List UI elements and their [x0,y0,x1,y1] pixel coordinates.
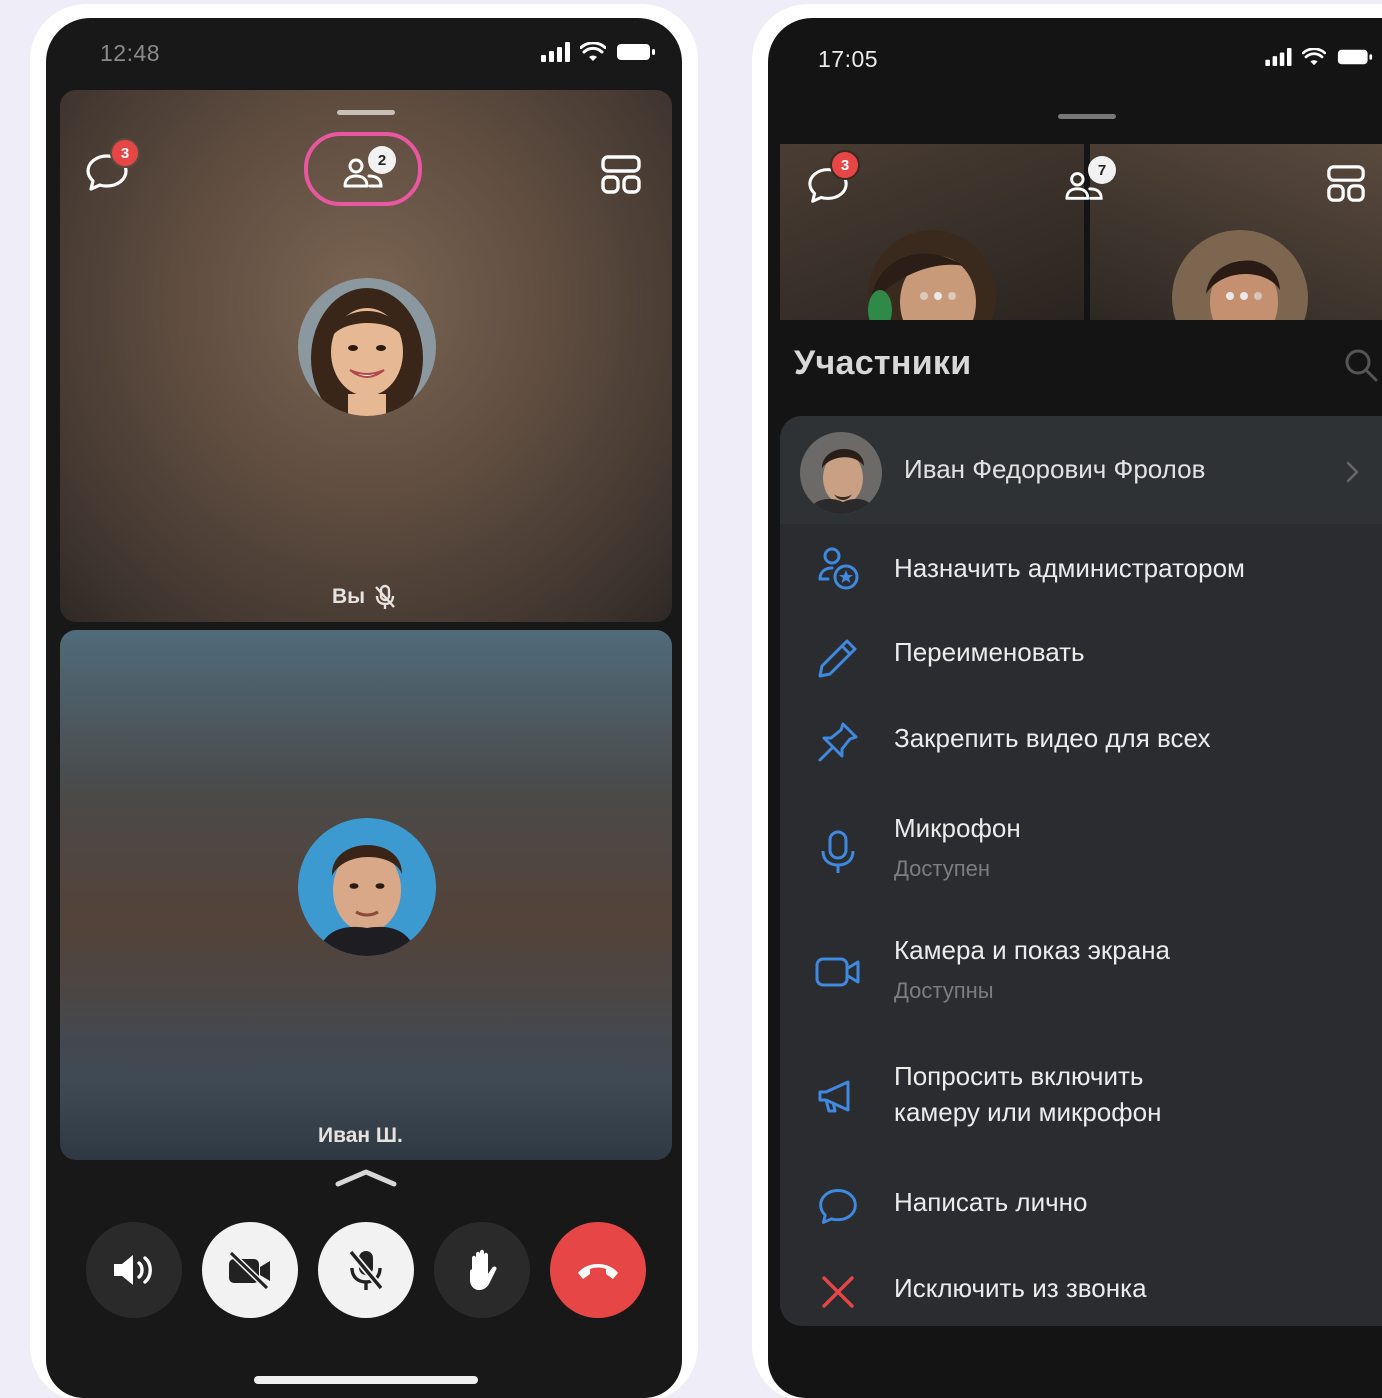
tile-name: Иван Ш. [318,1124,403,1147]
menu-label-line2: камеру или микрофон [894,1097,1162,1127]
status-icons [1264,48,1374,66]
participants-button[interactable]: 2 [342,146,396,194]
chat-unread-badge: 3 [830,150,860,180]
hang-up-icon [578,1264,618,1279]
wifi-icon [1302,48,1326,66]
signal-icon [1265,48,1292,66]
status-time: 17:05 [818,46,879,72]
drag-handle[interactable] [1058,114,1116,119]
close-icon [814,1268,862,1316]
menu-label: Переименовать [894,637,1085,667]
mic-toggle-button[interactable] [318,1222,414,1318]
menu-item-pin-video[interactable]: Закрепить видео для всех [780,714,1382,782]
avatar-self [298,278,436,416]
speaker-icon [114,1255,152,1285]
layout-button[interactable] [1326,164,1366,209]
menu-status: Доступен [894,856,991,881]
menu-item-ask-enable[interactable]: Попросить включить камеру или микрофон [780,1048,1382,1138]
mic-muted-icon [375,584,396,609]
section-title: Участники [794,344,972,382]
menu-label: Камера и показ экрана [894,935,1171,965]
chat-unread-badge: 3 [110,138,140,168]
participant-name: Иван Федорович Фролов [904,454,1206,484]
hand-icon [470,1249,497,1290]
tile-label-participant: Иван Ш. [318,1124,403,1148]
tile-label-self: Вы [332,584,397,610]
layout-grid-icon [1327,165,1365,202]
menu-item-rename[interactable]: Переименовать [780,630,1382,698]
participants-count-badge: 2 [368,146,396,174]
menu-label: Закрепить видео для всех [894,723,1211,753]
menu-item-camera-screen[interactable]: Камера и показ экрана Доступны [780,926,1382,1016]
participants-count-badge: 7 [1088,156,1116,184]
battery-icon [617,44,655,60]
participant-photo [868,230,996,320]
menu-label: Назначить администратором [894,553,1245,583]
user-star-icon [814,544,862,592]
search-icon[interactable] [1344,348,1378,382]
menu-item-message[interactable]: Написать лично [780,1178,1382,1246]
chevron-right-icon [1346,461,1359,483]
end-call-button[interactable] [550,1222,646,1318]
chat-button[interactable]: 3 [806,150,860,211]
megaphone-icon [814,1072,862,1120]
wifi-icon [580,42,606,61]
participant-header[interactable]: Иван Федорович Фролов [780,416,1382,524]
menu-item-make-admin[interactable]: Назначить администратором [780,542,1382,610]
chat-button[interactable]: 3 [84,138,140,196]
raise-hand-button[interactable] [434,1222,530,1318]
home-indicator [254,1376,478,1384]
tile-name: Вы [332,585,366,608]
menu-label: Исключить из звонка [894,1273,1147,1303]
status-time: 12:48 [100,40,161,66]
camera-toggle-button[interactable] [202,1222,298,1318]
battery-icon [1337,49,1373,65]
participants-screen: 17:05 3 7 Участники Иван Федорович Фроло… [768,18,1382,1398]
signal-icon [541,42,570,62]
video-tile-self[interactable]: 3 2 Вы [60,90,672,622]
microphone-icon [814,828,862,876]
pencil-icon [814,634,862,682]
chevron-up-icon[interactable] [334,1166,398,1188]
drag-handle[interactable] [337,110,395,115]
layout-grid-icon [601,155,641,194]
speaker-button[interactable] [86,1222,182,1318]
menu-label: Написать лично [894,1187,1088,1217]
menu-status: Доступны [894,978,994,1003]
camera-icon [814,948,862,996]
pin-icon [814,718,862,766]
avatar-participant [298,818,436,956]
call-screen: 12:48 3 2 Вы Иван Ш. [46,18,682,1398]
participant-actions-sheet: Иван Федорович Фролов Назначить админист… [780,416,1382,1326]
menu-item-kick[interactable]: Исключить из звонка [780,1264,1382,1332]
menu-label: Микрофон [894,813,1021,843]
mic-off-icon [348,1249,384,1291]
more-dots[interactable] [1226,292,1262,300]
menu-item-microphone[interactable]: Микрофон Доступен [780,806,1382,896]
avatar-participant [800,432,882,514]
participants-button[interactable]: 7 [1064,156,1116,211]
status-icons [540,42,656,62]
more-dots[interactable] [920,292,956,300]
video-tile-participant[interactable]: Иван Ш. [60,630,672,1160]
participant-photo [1172,230,1308,320]
camera-off-icon [228,1250,270,1290]
chat-bubble-icon [814,1182,862,1230]
menu-label-line1: Попросить включить [894,1061,1144,1091]
layout-button[interactable] [600,154,642,201]
